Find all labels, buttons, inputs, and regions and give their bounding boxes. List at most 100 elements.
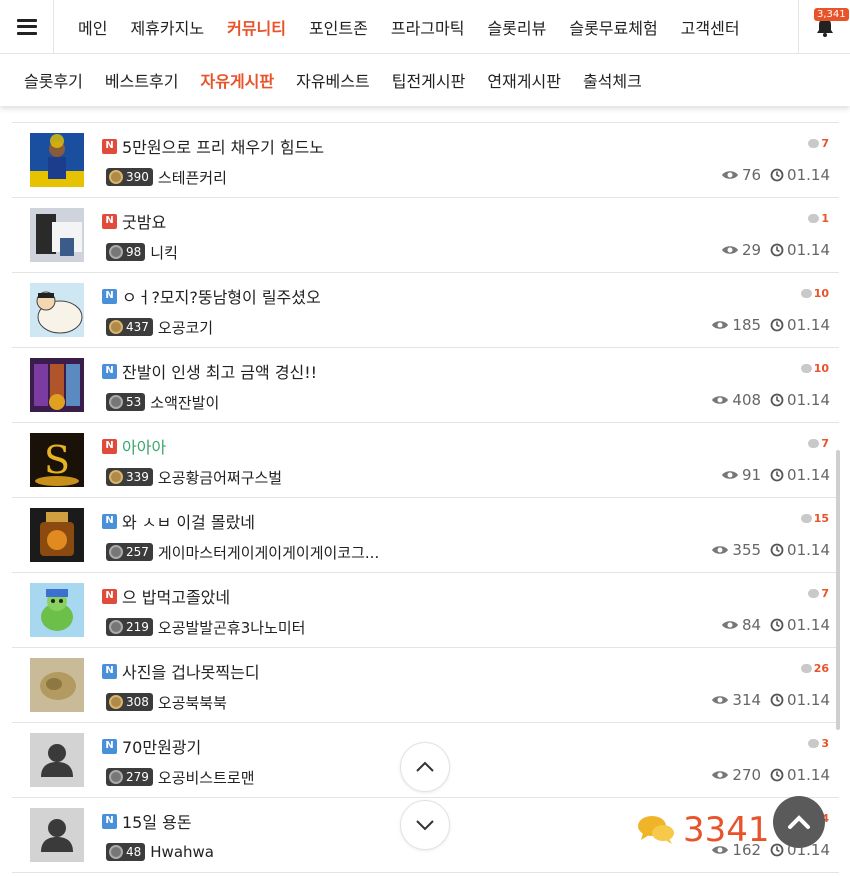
level-badge: 219 — [106, 618, 153, 636]
nav-item-customer-center[interactable]: 고객센터 — [681, 15, 740, 39]
post-title[interactable]: 사진을 겁나못찍는디 — [122, 659, 260, 683]
post-title[interactable]: 와 ㅅㅂ 이걸 몰랐네 — [122, 509, 255, 533]
comment-count: 10 — [800, 362, 829, 375]
post-title[interactable]: 70만원광기 — [122, 734, 201, 758]
scroll-down-button[interactable] — [400, 800, 450, 850]
comment-icon — [808, 739, 820, 748]
tab-free-best[interactable]: 자유베스트 — [296, 68, 370, 92]
post-title[interactable]: 5만원으로 프리 채우기 힘드노 — [122, 134, 324, 158]
view-count: 29 — [721, 241, 761, 259]
post-date: 01.14 — [770, 241, 830, 259]
post-meta: 76 01.14 — [721, 166, 830, 184]
list-item[interactable]: N 으 밥먹고졸았네 7 219 오공발발곤휴3나노미터 84 01.14 — [12, 573, 839, 648]
post-author[interactable]: 니킥 — [150, 242, 178, 263]
post-author[interactable]: 오공비스트로맨 — [158, 767, 255, 788]
new-badge: N — [102, 588, 117, 604]
chat-button[interactable]: 3341 — [637, 810, 770, 850]
back-to-top-button[interactable] — [773, 796, 825, 848]
clock-icon — [770, 843, 784, 857]
post-meta: 84 01.14 — [721, 616, 830, 634]
level-badge: 98 — [106, 243, 146, 261]
medal-icon — [109, 695, 123, 709]
new-badge: N — [102, 288, 117, 304]
tab-slot-reviews[interactable]: 슬롯후기 — [24, 68, 83, 92]
post-date: 01.14 — [770, 616, 830, 634]
tab-serial-board[interactable]: 연재게시판 — [487, 68, 561, 92]
post-author[interactable]: Hwahwa — [150, 843, 214, 861]
post-title[interactable]: ㅇㅓ?모지?뚱남형이 릴주셨오 — [122, 284, 321, 308]
comment-icon — [800, 364, 812, 373]
post-title-line: N 15일 용돈 — [102, 810, 192, 832]
post-author[interactable]: 오공황금어쩌구스벌 — [158, 467, 282, 488]
post-author[interactable]: 오공발발곤휴3나노미터 — [158, 617, 306, 638]
view-count: 270 — [711, 766, 761, 784]
notification-button[interactable]: 3,341 — [798, 0, 850, 54]
post-meta: 29 01.14 — [721, 241, 830, 259]
medal-icon — [109, 545, 123, 559]
nav-item-main[interactable]: 메인 — [78, 15, 107, 39]
clock-icon — [770, 468, 784, 482]
post-title[interactable]: 굿밤요 — [122, 209, 166, 233]
nav-item-pragmatic[interactable]: 프라그마틱 — [391, 15, 465, 39]
new-badge: N — [102, 438, 117, 454]
post-author[interactable]: 오공코기 — [158, 317, 213, 338]
nav-item-community[interactable]: 커뮤니티 — [227, 15, 286, 39]
nav-item-slot-review[interactable]: 슬롯리뷰 — [487, 15, 546, 39]
tab-free-board[interactable]: 자유게시판 — [201, 68, 275, 92]
post-thumbnail — [30, 733, 84, 787]
post-author[interactable]: 오공북북북 — [158, 692, 227, 713]
view-count: 84 — [721, 616, 761, 634]
list-item[interactable]: N 잔발이 인생 최고 금액 경신!! 10 53 소액잔발이 408 01.14 — [12, 348, 839, 423]
comment-count: 26 — [800, 662, 829, 675]
chat-icon — [638, 816, 674, 844]
list-item[interactable]: N 굿밤요 1 98 니킥 29 01.14 — [12, 198, 839, 273]
eye-icon — [712, 546, 729, 554]
post-title-line: N 사진을 겁나못찍는디 — [102, 660, 260, 682]
post-date: 01.14 — [770, 316, 830, 334]
chevron-down-icon — [416, 820, 434, 831]
list-item[interactable]: S N 아아아 7 339 오공황금어쩌구스벌 91 01.14 — [12, 423, 839, 498]
tab-best-reviews[interactable]: 베스트후기 — [105, 68, 179, 92]
post-author-line: 339 오공황금어쩌구스벌 — [106, 466, 282, 488]
medal-icon — [109, 170, 123, 184]
chevron-up-icon — [788, 815, 810, 829]
eye-icon — [721, 471, 738, 479]
clock-icon — [770, 618, 784, 632]
list-item[interactable]: N 사진을 겁나못찍는디 26 308 오공북북북 314 01.14 — [12, 648, 839, 723]
hamburger-menu-button[interactable] — [0, 0, 54, 54]
post-title[interactable]: 15일 용돈 — [122, 809, 192, 833]
nav-item-point-zone[interactable]: 포인트존 — [309, 15, 368, 39]
post-meta: 408 01.14 — [711, 391, 830, 409]
view-count: 91 — [721, 466, 761, 484]
post-title[interactable]: 으 밥먹고졸았네 — [122, 584, 230, 608]
svg-text:S: S — [44, 438, 70, 482]
post-author[interactable]: 스테픈커리 — [158, 167, 227, 188]
list-item[interactable]: N ㅇㅓ?모지?뚱남형이 릴주셨오 10 437 오공코기 185 01.14 — [12, 273, 839, 348]
scroll-up-button[interactable] — [400, 742, 450, 792]
comment-count: 3 — [808, 737, 829, 750]
post-author-line: 98 니킥 — [106, 241, 178, 263]
menu-icon — [16, 18, 37, 35]
tab-attendance[interactable]: 출석체크 — [583, 68, 642, 92]
post-thumbnail — [30, 283, 84, 337]
post-author[interactable]: 게이마스터게이게이게이게이코그... — [158, 542, 379, 563]
post-title-line: N 70만원광기 — [102, 735, 201, 757]
clock-icon — [770, 168, 784, 182]
notification-badge: 3,341 — [814, 8, 849, 21]
post-author[interactable]: 소액잔발이 — [150, 392, 219, 413]
list-item[interactable]: N 와 ㅅㅂ 이걸 몰랐네 15 257 게이마스터게이게이게이게이코그... 355 01… — [12, 498, 839, 573]
post-thumbnail — [30, 508, 84, 562]
post-meta: 314 01.14 — [711, 691, 830, 709]
nav-item-free-slot[interactable]: 슬롯무료체험 — [569, 15, 657, 39]
post-title[interactable]: 아아아 — [122, 434, 166, 458]
list-item[interactable]: N 5만원으로 프리 채우기 힘드노 7 390 스테픈커리 76 01.14 — [12, 123, 839, 198]
tab-tip-board[interactable]: 팁전게시판 — [392, 68, 466, 92]
comment-icon — [808, 439, 820, 448]
post-title[interactable]: 잔발이 인생 최고 금액 경신!! — [122, 359, 317, 383]
post-meta: 270 01.14 — [711, 766, 830, 784]
post-date: 01.14 — [770, 466, 830, 484]
scrollbar[interactable] — [836, 450, 840, 730]
nav-item-partner-casino[interactable]: 제휴카지노 — [130, 15, 204, 39]
post-author-line: 390 스테픈커리 — [106, 166, 227, 188]
post-author-line: 279 오공비스트로맨 — [106, 766, 255, 788]
